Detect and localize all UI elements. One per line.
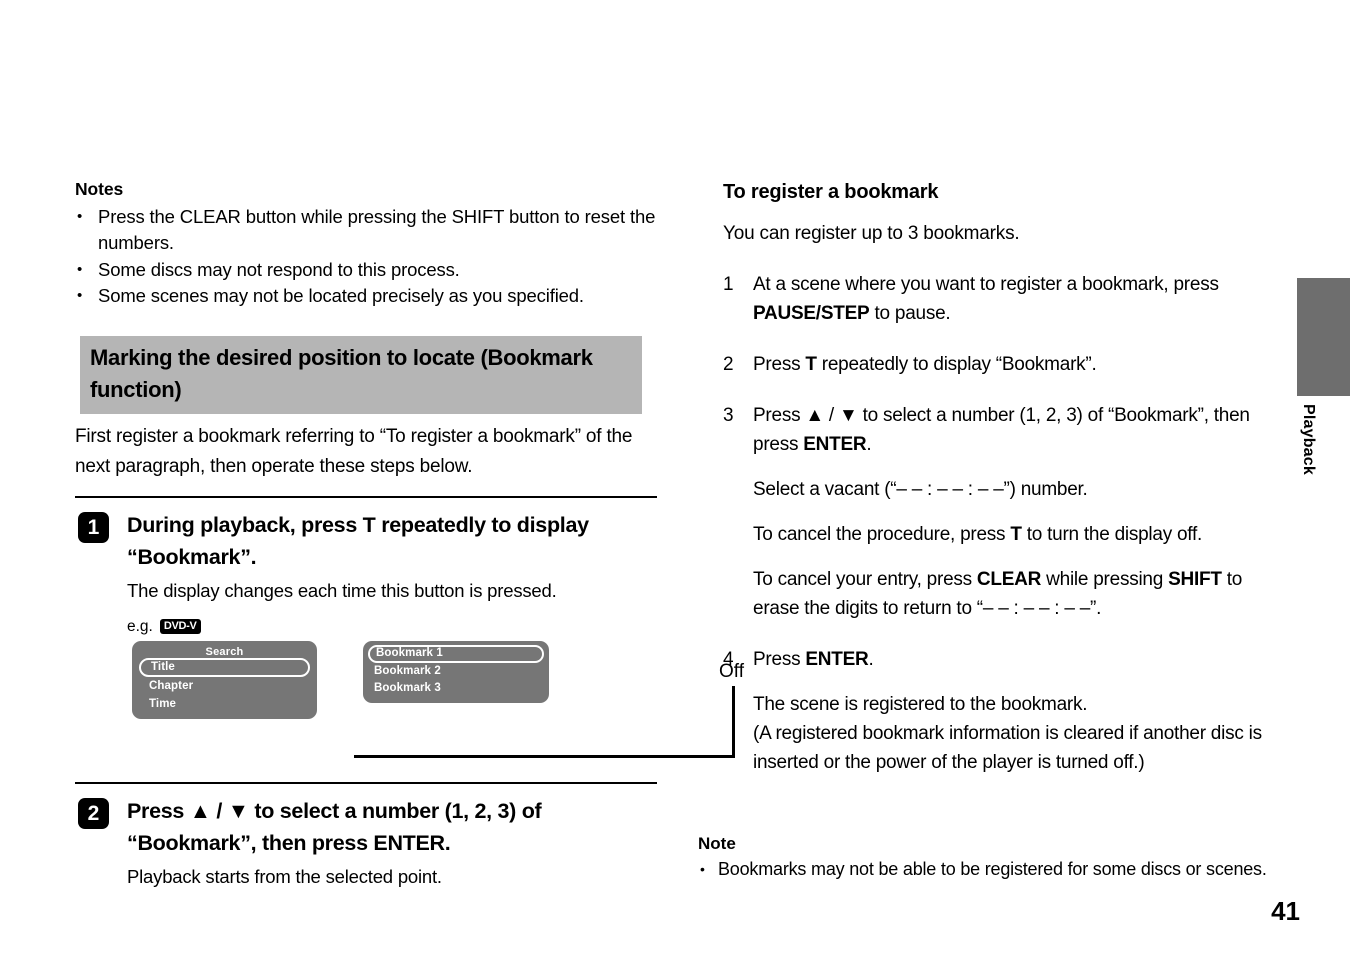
step-title: During playback, press T repeatedly to d… — [127, 512, 589, 569]
side-tab-marker — [1297, 278, 1350, 396]
step-subtext: Playback starts from the selected point. — [127, 865, 442, 887]
step-number: 3 — [723, 405, 734, 426]
bottom-note-block: Note • Bookmarks may not be able to be r… — [698, 832, 1278, 882]
step-number-badge: 2 — [78, 797, 109, 829]
note-list: • Bookmarks may not be able to be regist… — [698, 856, 1278, 882]
notes-heading: Notes — [75, 179, 124, 199]
bookmark-menu-item-2[interactable]: Bookmark 2 — [363, 663, 549, 680]
step-text: (A registered bookmark information is cl… — [753, 723, 1262, 773]
step-text: To cancel your entry, press CLEAR while … — [753, 569, 1243, 619]
right-intro: You can register up to 3 bookmarks. — [723, 223, 1020, 244]
step-text: To cancel the procedure, press T to turn… — [753, 524, 1203, 545]
page-number: 41 — [1271, 896, 1300, 926]
search-menu-item-chapter[interactable]: Chapter — [132, 677, 317, 695]
register-step-1: 1 At a scene where you want to register … — [723, 270, 1275, 328]
bookmark-menu-panel: Bookmark 1 Bookmark 2 Bookmark 3 — [363, 640, 549, 703]
step-text: The scene is registered to the bookmark. — [753, 694, 1088, 715]
note-text: Some discs may not respond to this proce… — [98, 258, 460, 280]
step-2: 2 Press ▲ / ▼ to select a number (1, 2, … — [75, 795, 657, 890]
notes-block: Notes • Press the CLEAR button while pre… — [75, 178, 657, 310]
bullet-icon: • — [700, 861, 705, 877]
list-item: • Press the CLEAR button while pressing … — [75, 204, 657, 257]
right-heading: To register a bookmark — [723, 181, 939, 203]
bullet-icon: • — [77, 207, 83, 225]
notes-list: • Press the CLEAR button while pressing … — [75, 204, 657, 310]
step-1: 1 During playback, press T repeatedly to… — [75, 509, 657, 604]
bullet-icon: • — [77, 260, 83, 278]
step-number: 2 — [723, 354, 734, 375]
intro-paragraph: First register a bookmark referring to “… — [75, 425, 633, 477]
step-number-badge: 1 — [78, 511, 109, 543]
step-text: Press ▲ / ▼ to select a number (1, 2, 3)… — [753, 405, 1250, 455]
register-step-4: 4 Press ENTER. The scene is registered t… — [723, 645, 1275, 777]
register-step-3: 3 Press ▲ / ▼ to select a number (1, 2, … — [723, 401, 1275, 623]
note-text: Press the CLEAR button while pressing th… — [98, 205, 656, 254]
side-tab-label: Playback — [1300, 404, 1317, 475]
note-heading: Note — [698, 834, 736, 853]
search-menu-item-time[interactable]: Time — [132, 695, 317, 713]
left-column: Notes • Press the CLEAR button while pre… — [75, 178, 744, 890]
eg-row: e.g. DVD-V — [127, 618, 657, 636]
step-text: Select a vacant (“– – : – – : – –”) numb… — [753, 479, 1088, 500]
bookmark-menu-item-1[interactable]: Bookmark 1 — [368, 644, 544, 663]
note-text: Some scenes may not be located precisely… — [98, 285, 584, 307]
step-text: At a scene where you want to register a … — [753, 274, 1219, 324]
register-step-2: 2 Press T repeatedly to display “Bookmar… — [723, 350, 1275, 379]
list-item: • Some scenes may not be located precise… — [75, 283, 657, 310]
search-menu-title: Search — [205, 645, 244, 658]
search-menu-item-title[interactable]: Title — [139, 657, 310, 677]
note-text: Bookmarks may not be able to be register… — [718, 859, 1267, 879]
step-number: 1 — [723, 274, 734, 295]
search-menu-panel: Search Title Chapter Time — [132, 640, 317, 719]
step-text: Press ENTER. — [753, 649, 874, 670]
divider — [75, 495, 657, 498]
step-subtext: The display changes each time this butto… — [127, 579, 557, 601]
bookmark-menu-item-3[interactable]: Bookmark 3 — [363, 680, 549, 697]
step-text: Press T repeatedly to display “Bookmark”… — [753, 354, 1097, 375]
list-item: • Some discs may not respond to this pro… — [75, 257, 657, 284]
list-item: • Bookmarks may not be able to be regist… — [698, 856, 1278, 882]
step-title: Press ▲ / ▼ to select a number (1, 2, 3)… — [127, 798, 542, 855]
divider — [75, 781, 657, 784]
right-column: To register a bookmark You can register … — [723, 178, 1275, 777]
section-heading: Marking the desired position to locate (… — [80, 335, 642, 414]
connector-horizontal — [354, 755, 735, 758]
eg-label: e.g. — [127, 617, 153, 635]
dvd-v-badge-icon: DVD-V — [159, 619, 201, 635]
osd-diagram: e.g. DVD-V Search Title Chapter Time Boo… — [127, 618, 744, 768]
bullet-icon: • — [77, 287, 83, 305]
step-number: 4 — [723, 649, 734, 670]
